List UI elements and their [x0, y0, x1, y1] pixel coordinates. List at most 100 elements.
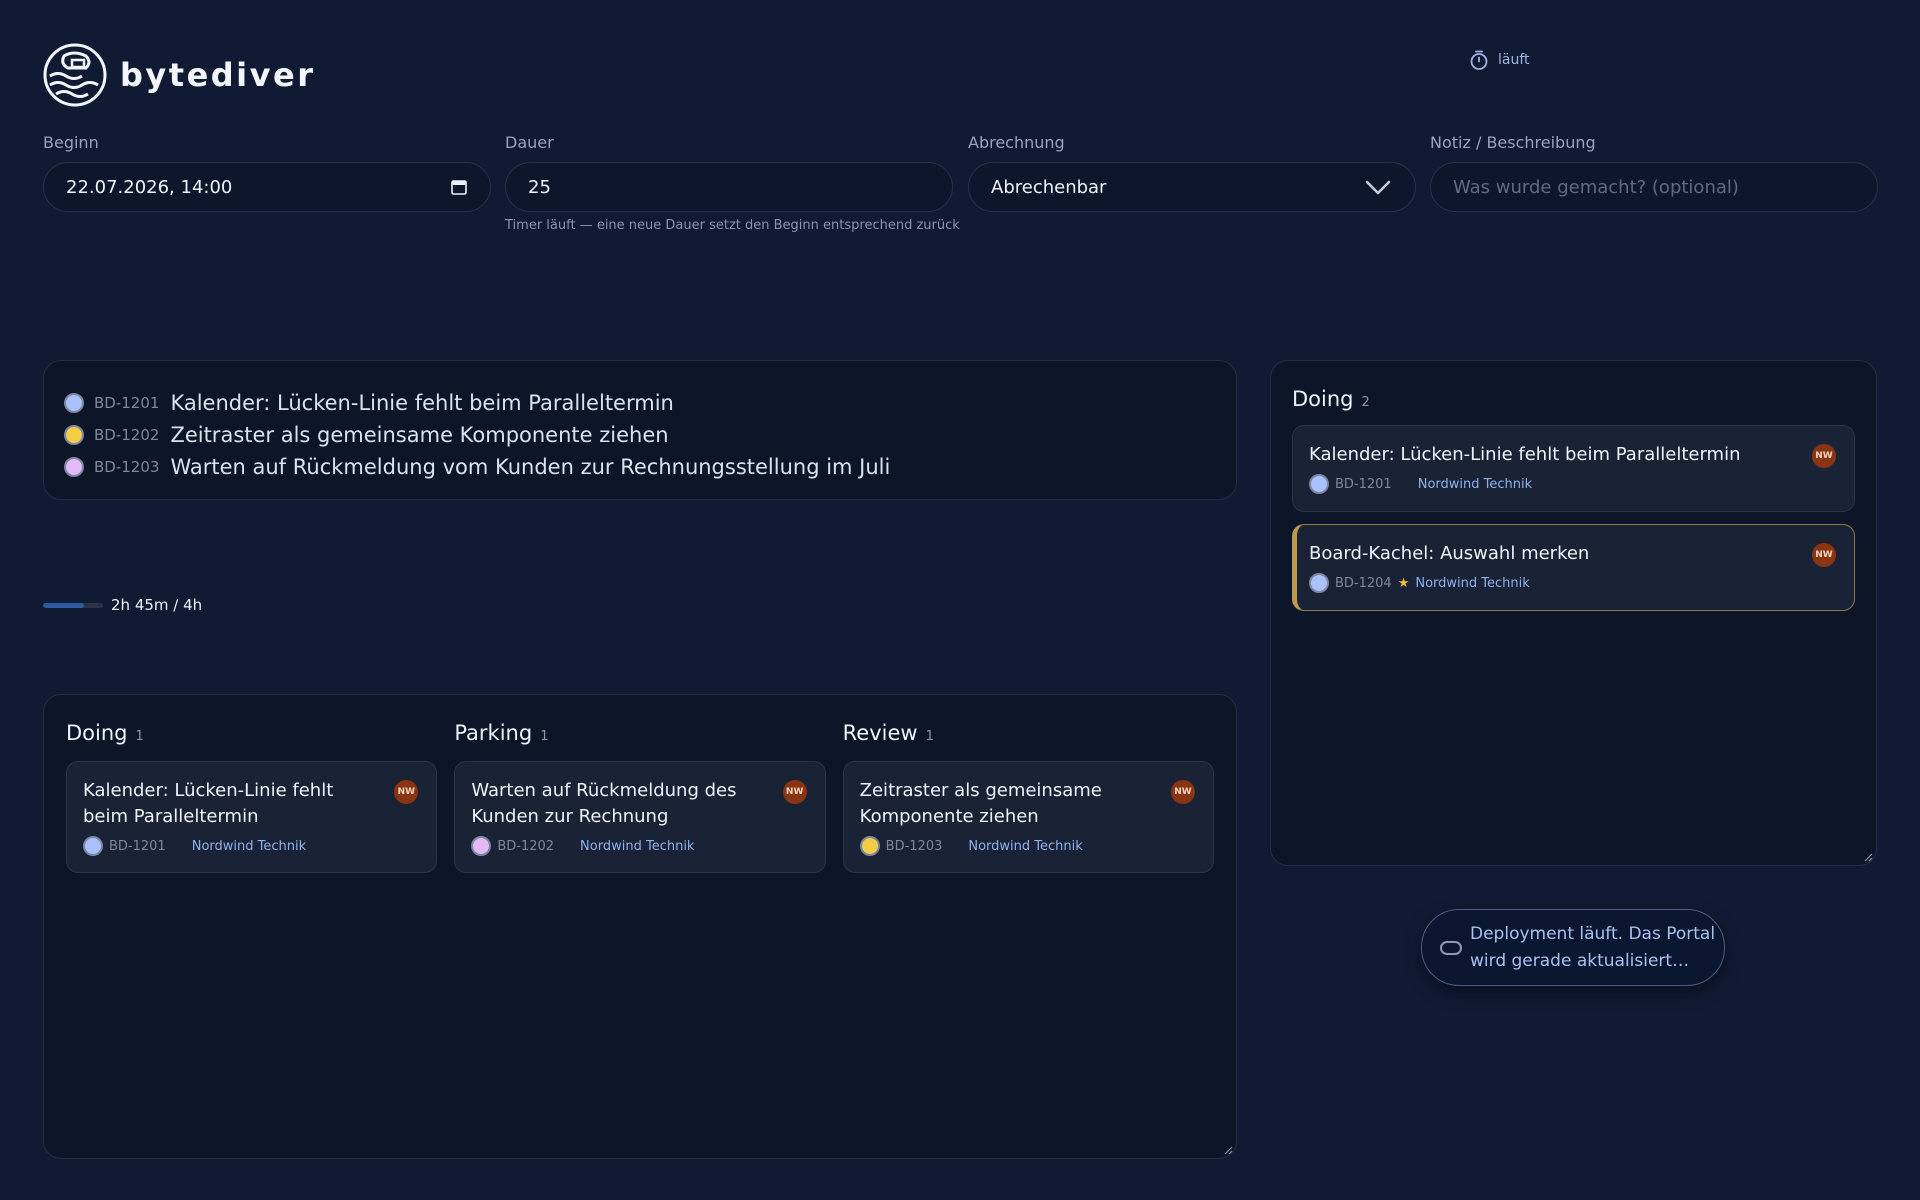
ticket-list-panel: BD-1201 Kalender: Lücken-Linie fehlt beim… — [43, 360, 1237, 500]
customer-link[interactable]: Nordwind Technik — [1418, 477, 1532, 492]
ticket-list: BD-1201 Kalender: Lücken-Linie fehlt beim… — [64, 387, 1216, 483]
doing-panel: Doing 2 Kalender: Lücken-Linie fehlt bei… — [1270, 360, 1877, 866]
ticket-id: BD-1201 — [109, 838, 166, 854]
billing-select[interactable]: Abrechenbar — [968, 162, 1416, 212]
doing-panel-header: Doing 2 — [1292, 387, 1855, 415]
doing-panel-cards: Kalender: Lücken-Linie fehlt beim Parall… — [1292, 425, 1855, 611]
app-page: bytediver läuft Beginn 22.07.2026, 14:00… — [0, 0, 1920, 1200]
customer-link[interactable]: Nordwind Technik — [580, 839, 694, 854]
customer-badge: NW — [1812, 444, 1836, 468]
timer-status[interactable]: läuft — [1468, 49, 1530, 71]
billing-field: Abrechnung Abrechenbar — [968, 134, 1416, 212]
calendar-icon[interactable] — [450, 178, 468, 196]
column-title: Doing — [66, 721, 128, 745]
ticket-list-item[interactable]: BD-1203 Warten auf Rückmeldung vom Kunden… — [64, 451, 1216, 483]
customer-link[interactable]: Nordwind Technik — [192, 839, 306, 854]
ticket-title: Warten auf Rückmeldung vom Kunden zur Re… — [170, 455, 891, 479]
duration-value: 25 — [528, 176, 551, 198]
status-dot — [1309, 474, 1329, 494]
note-input[interactable]: Was wurde gemacht? (optional) — [1430, 162, 1878, 212]
board-column-parking: Parking 1 Warten auf Rückmeldung des Kunde… — [454, 721, 826, 873]
doing-panel-title: Doing — [1292, 387, 1354, 411]
deployment-toast: Deployment läuft. Das Portal wird gerade… — [1421, 909, 1725, 986]
note-label: Notiz / Beschreibung — [1430, 133, 1596, 152]
duration-input[interactable]: 25 — [505, 162, 953, 212]
doing-panel-count: 2 — [1361, 395, 1370, 410]
ticket-id: BD-1201 — [94, 394, 160, 412]
status-dot — [471, 836, 492, 856]
start-input[interactable]: 22.07.2026, 14:00 — [43, 162, 491, 212]
customer-link[interactable]: Nordwind Technik — [968, 839, 1082, 854]
ticket-id: BD-1201 — [1335, 476, 1392, 492]
card-meta: BD-1202 Nordwind Technik — [471, 836, 808, 856]
resize-grip-icon[interactable] — [1863, 852, 1873, 862]
column-title: Review — [842, 721, 918, 745]
duration-hint: Timer läuft — eine neue Dauer setzt den … — [505, 218, 960, 233]
ticket-title: Kalender: Lücken-Linie fehlt beim Parall… — [170, 391, 674, 415]
status-dot — [64, 457, 84, 477]
daily-progress: 2h 45m / 4h — [43, 596, 202, 614]
brand-name: bytediver — [120, 56, 316, 94]
card-meta: BD-1204 ★ Nordwind Technik — [1309, 573, 1838, 593]
resize-grip-icon[interactable] — [1223, 1145, 1233, 1155]
ticket-id: BD-1204 — [1335, 575, 1392, 591]
billing-value: Abrechenbar — [991, 176, 1107, 198]
kanban-board: Doing 1 Kalender: Lücken-Linie fehlt beim … — [43, 694, 1237, 1159]
card-meta: BD-1201 Nordwind Technik — [1309, 474, 1838, 494]
column-header: Doing 1 — [66, 721, 437, 749]
ticket-id: BD-1202 — [94, 426, 160, 444]
card-title: Warten auf Rückmeldung des Kunden zur Re… — [471, 780, 737, 827]
customer-link[interactable]: Nordwind Technik — [1415, 576, 1529, 591]
start-value: 22.07.2026, 14:00 — [66, 176, 233, 198]
ticket-id: BD-1203 — [94, 458, 160, 476]
duration-label: Dauer — [505, 133, 554, 152]
customer-badge: NW — [1812, 543, 1836, 567]
note-placeholder: Was wurde gemacht? (optional) — [1453, 176, 1739, 198]
status-dot — [1309, 573, 1329, 593]
card-title: Zeitraster als gemeinsame Komponente zie… — [859, 780, 1102, 827]
ticket-card[interactable]: Warten auf Rückmeldung des Kunden zur Re… — [454, 761, 826, 873]
ticket-title: Zeitraster als gemeinsame Komponente zie… — [170, 423, 669, 447]
billing-label: Abrechnung — [968, 133, 1065, 152]
column-header: Parking 1 — [454, 721, 825, 749]
timer-status-label: läuft — [1498, 52, 1530, 68]
toast-text: Deployment läuft. Das Portal wird gerade… — [1470, 923, 1716, 971]
status-dot — [83, 836, 103, 856]
chevron-down-icon — [1365, 180, 1391, 195]
ticket-card[interactable]: Kalender: Lücken-Linie fehlt beim Parall… — [66, 761, 438, 873]
card-meta: BD-1201 Nordwind Technik — [83, 836, 420, 856]
ticket-card[interactable]: Kalender: Lücken-Linie fehlt beim Parall… — [1292, 425, 1855, 512]
stopwatch-icon — [1470, 50, 1488, 70]
start-field: Beginn 22.07.2026, 14:00 — [43, 134, 491, 212]
card-meta: BD-1203 Nordwind Technik — [859, 836, 1197, 856]
column-count: 1 — [135, 729, 144, 744]
ticket-card[interactable]: Board-Kachel: Auswahl merken BD-1204 ★ Nord… — [1292, 524, 1855, 611]
ticket-list-item[interactable]: BD-1201 Kalender: Lücken-Linie fehlt beim… — [64, 387, 1216, 419]
start-label: Beginn — [43, 133, 99, 152]
board-columns: Doing 1 Kalender: Lücken-Linie fehlt beim … — [66, 721, 1214, 873]
ticket-id: BD-1203 — [885, 838, 943, 854]
customer-badge: NW — [782, 780, 807, 804]
board-column-doing: Doing 1 Kalender: Lücken-Linie fehlt beim … — [66, 721, 438, 873]
ticket-id: BD-1202 — [497, 838, 555, 854]
customer-badge: NW — [1170, 780, 1195, 804]
board-column-review: Review 1 Zeitraster als gemeinsame Kompone… — [842, 721, 1214, 873]
card-title: Board-Kachel: Auswahl merken — [1309, 543, 1590, 564]
progress-text: 2h 45m / 4h — [111, 596, 203, 614]
column-count: 1 — [540, 729, 549, 744]
diver-wave-logo-icon — [43, 43, 107, 107]
status-dot — [64, 393, 84, 413]
column-header: Review 1 — [843, 721, 1214, 749]
ticket-list-item[interactable]: BD-1202 Zeitraster als gemeinsame Kompone… — [64, 419, 1216, 451]
note-field: Notiz / Beschreibung Was wurde gemacht? … — [1430, 134, 1878, 212]
brand-logo[interactable]: bytediver — [42, 42, 315, 108]
duration-field: Dauer 25 Timer läuft — eine neue Dauer s… — [505, 133, 960, 233]
star-icon[interactable]: ★ — [1398, 576, 1410, 591]
column-count: 1 — [925, 729, 934, 744]
status-dot — [859, 836, 880, 856]
progress-fill — [43, 602, 85, 608]
spinner-icon — [1440, 940, 1462, 955]
column-title: Parking — [454, 721, 533, 745]
ticket-card[interactable]: Zeitraster als gemeinsame Komponente zie… — [842, 761, 1214, 873]
card-title: Kalender: Lücken-Linie fehlt beim Parall… — [1309, 444, 1741, 465]
